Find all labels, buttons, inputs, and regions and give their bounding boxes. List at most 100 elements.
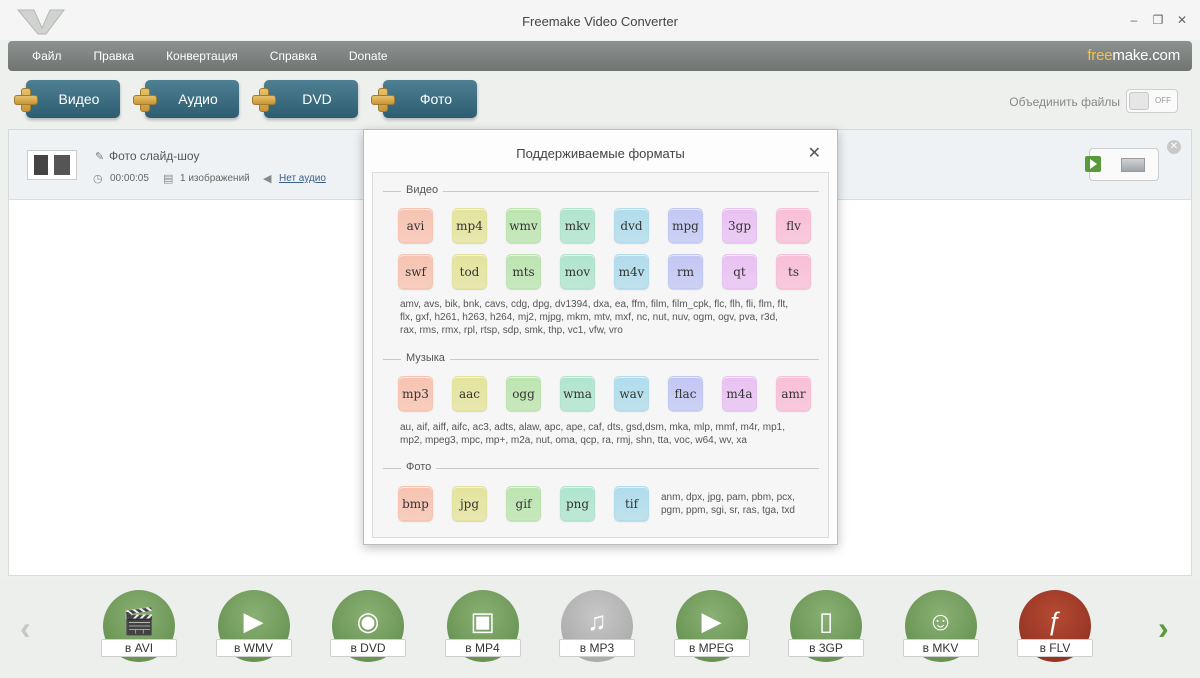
clock-icon: ◷ xyxy=(93,173,103,185)
convert-target-button[interactable]: ◉ в DVD xyxy=(330,590,406,662)
target-label: в 3GP xyxy=(788,639,864,657)
photo-ext-line: anm, dpx, jpg, pam, pbm, pcx, xyxy=(661,492,795,503)
format-ogg[interactable]: ogg xyxy=(506,376,541,411)
format-mts[interactable]: mts xyxy=(506,254,541,289)
remove-file-icon[interactable]: ✕ xyxy=(1167,140,1181,154)
format-ts[interactable]: ts xyxy=(776,254,811,289)
format-gif[interactable]: gif xyxy=(506,486,541,521)
format-jpg[interactable]: jpg xyxy=(452,486,487,521)
add-dvd-label: DVD xyxy=(302,91,332,107)
format-flv[interactable]: flv xyxy=(776,208,811,243)
format-m4v[interactable]: m4v xyxy=(614,254,649,289)
format-flac[interactable]: flac xyxy=(668,376,703,411)
target-label: в MP4 xyxy=(444,639,521,657)
format-amr[interactable]: amr xyxy=(776,376,811,411)
add-video-button[interactable]: Видео xyxy=(14,80,120,118)
format-mpg[interactable]: mpg xyxy=(668,208,703,243)
convert-target-button[interactable]: ♫ в MP3 xyxy=(559,590,635,662)
file-duration: 00:00:05 xyxy=(110,173,149,184)
format-qt[interactable]: qt xyxy=(722,254,757,289)
toggle-state: OFF xyxy=(1155,96,1171,105)
prev-targets-arrow[interactable]: ‹ xyxy=(20,610,31,647)
file-thumbnail xyxy=(27,150,77,180)
dialog-title: Поддерживаемые форматы xyxy=(516,146,685,161)
format-m4a[interactable]: m4a xyxy=(722,376,757,411)
format-avi[interactable]: avi xyxy=(398,208,433,243)
music-section-label: Музыка xyxy=(401,352,450,364)
format-bmp[interactable]: bmp xyxy=(398,486,433,521)
film-icon: ▤ xyxy=(163,173,174,185)
menu-convert[interactable]: Конвертация xyxy=(166,49,238,63)
add-photo-button[interactable]: Фото xyxy=(371,80,477,118)
format-mkv[interactable]: mkv xyxy=(560,208,595,243)
phone-media-icon: ▣ xyxy=(470,606,495,636)
disc-icon: ◉ xyxy=(356,606,380,636)
menu-file[interactable]: Файл xyxy=(32,49,62,63)
format-png[interactable]: png xyxy=(560,486,595,521)
convert-target-button[interactable]: ▣ в MP4 xyxy=(444,590,521,662)
format-3gp[interactable]: 3gp xyxy=(722,208,757,243)
format-tif[interactable]: tif xyxy=(614,486,649,521)
add-video-label: Видео xyxy=(58,91,100,107)
window-controls: – ❐ ✕ xyxy=(1128,14,1188,26)
convert-target-button[interactable]: 🎬 в AVI xyxy=(101,590,177,662)
brand-rest: make.com xyxy=(1112,47,1180,64)
convert-target-button[interactable]: ▶ в WMV xyxy=(215,590,292,662)
menu-edit[interactable]: Правка xyxy=(94,49,135,63)
plus-icon xyxy=(14,88,38,112)
speaker-icon: ◀ xyxy=(263,173,272,185)
matryoshka-icon: ☺ xyxy=(927,606,954,636)
menu-help[interactable]: Справка xyxy=(270,49,317,63)
video-ext-line: rax, rms, rmx, rpl, rtsp, sdp, smk, thp,… xyxy=(400,325,623,336)
menu-bar: Файл Правка Конвертация Справка Donate f… xyxy=(8,41,1192,71)
format-rm[interactable]: rm xyxy=(668,254,703,289)
file-audio-link[interactable]: Нет аудио xyxy=(279,173,326,184)
brand-link[interactable]: freemake.com xyxy=(1087,47,1180,64)
plus-icon xyxy=(252,88,276,112)
format-mp3[interactable]: mp3 xyxy=(398,376,433,411)
video-ext-line: amv, avs, bik, bnk, cavs, cdg, dpg, dv13… xyxy=(400,299,789,310)
toggle-knob xyxy=(1129,92,1149,110)
format-dvd[interactable]: dvd xyxy=(614,208,649,243)
menu-items: Файл Правка Конвертация Справка Donate xyxy=(32,49,420,63)
add-dvd-button[interactable]: DVD xyxy=(252,80,358,118)
merge-files-toggle[interactable]: OFF xyxy=(1126,89,1178,113)
play-icon[interactable] xyxy=(1085,156,1101,172)
formats-panel: Видео avi mp4 wmv mkv dvd mpg 3gp flv swf tod mts m… xyxy=(372,172,829,538)
add-audio-button[interactable]: Аудио xyxy=(133,80,239,118)
format-swf[interactable]: swf xyxy=(398,254,433,289)
dialog-close-button[interactable]: ✕ xyxy=(808,143,821,163)
close-button[interactable]: ✕ xyxy=(1176,14,1188,26)
music-ext-line: au, aif, aiff, aifc, ac3, adts, alaw, ap… xyxy=(400,422,785,433)
format-wav[interactable]: wav xyxy=(614,376,649,411)
restore-button[interactable]: ❐ xyxy=(1152,14,1164,26)
minimize-button[interactable]: – xyxy=(1128,14,1140,26)
target-label: в MKV xyxy=(902,639,979,657)
convert-target-button[interactable]: ☺ в MKV xyxy=(902,590,979,662)
music-ext-list: au, aif, aiff, aifc, ac3, adts, alaw, ap… xyxy=(400,421,820,447)
format-mp4[interactable]: mp4 xyxy=(452,208,487,243)
format-wmv[interactable]: wmv xyxy=(506,208,541,243)
file-name[interactable]: Фото слайд-шоу xyxy=(109,149,199,163)
pencil-icon[interactable]: ✎ xyxy=(95,150,104,163)
format-aac[interactable]: aac xyxy=(452,376,487,411)
supported-formats-dialog: Поддерживаемые форматы ✕ Видео avi mp4 wmv… xyxy=(363,129,838,545)
photo-ext-list: anm, dpx, jpg, pam, pbm, pcx, pgm, ppm, … xyxy=(661,491,826,517)
image-icon xyxy=(1121,158,1145,172)
add-photo-label: Фото xyxy=(419,91,453,107)
format-wma[interactable]: wma xyxy=(560,376,595,411)
tv-icon: ▶ xyxy=(701,606,722,636)
menu-donate[interactable]: Donate xyxy=(349,49,388,63)
photo-ext-line: pgm, ppm, sgi, sr, ras, tga, txd xyxy=(661,505,795,516)
window-title: Freemake Video Converter xyxy=(522,14,678,29)
convert-target-button[interactable]: ▯ в 3GP xyxy=(788,590,864,662)
flash-icon: ƒ xyxy=(1047,606,1063,636)
target-label: в MPEG xyxy=(673,639,750,657)
headphones-icon: ♫ xyxy=(587,606,607,636)
target-label: в MP3 xyxy=(559,639,635,657)
next-targets-arrow[interactable]: › xyxy=(1158,610,1169,647)
format-tod[interactable]: tod xyxy=(452,254,487,289)
convert-target-button[interactable]: ƒ в FLV xyxy=(1017,590,1093,662)
format-mov[interactable]: mov xyxy=(560,254,595,289)
convert-target-button[interactable]: ▶ в MPEG xyxy=(673,590,750,662)
